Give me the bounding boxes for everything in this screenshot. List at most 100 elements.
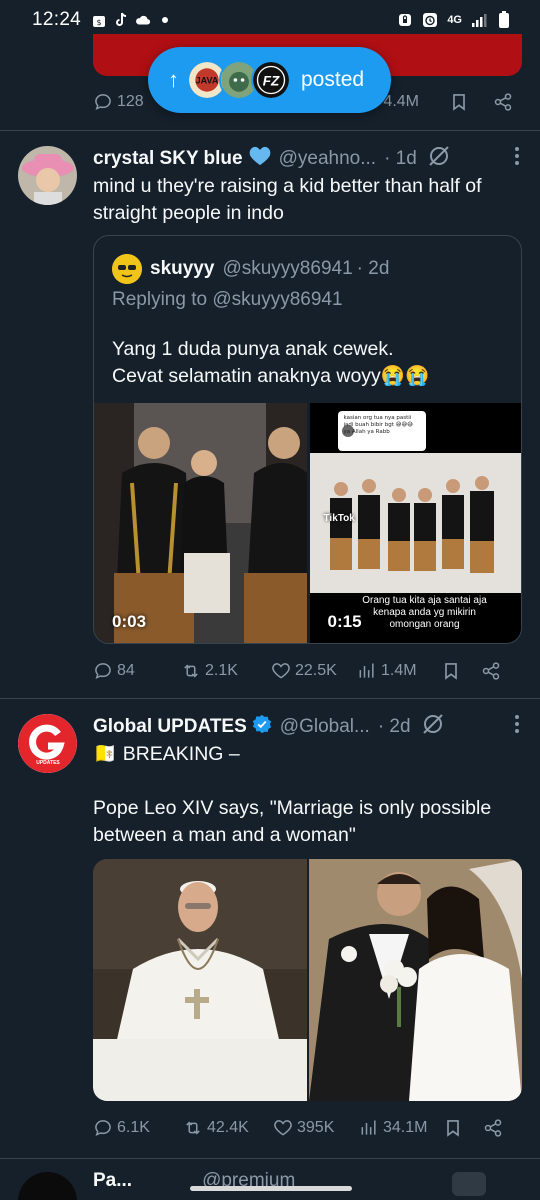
- pill-avatar-fz: FZ: [251, 60, 291, 100]
- reply-button[interactable]: 128: [93, 92, 144, 112]
- tweet-images[interactable]: [93, 859, 522, 1101]
- image-wedding[interactable]: [308, 859, 523, 1101]
- avatar[interactable]: [18, 146, 77, 205]
- image-pope[interactable]: [93, 859, 307, 1101]
- reply-count: 6.1K: [117, 1119, 150, 1136]
- tweet-text-line: 🇻🇦 BREAKING –: [93, 743, 240, 765]
- video-thumbnail-1[interactable]: 0:03: [94, 403, 308, 643]
- tweet-text-line: straight people in indo: [93, 202, 284, 224]
- repost-count: 42.4K: [207, 1119, 249, 1136]
- like-button[interactable]: 395K: [273, 1118, 359, 1138]
- lock-icon: [397, 12, 413, 28]
- battery-icon: [496, 11, 512, 28]
- grok-icon[interactable]: [427, 144, 451, 174]
- quoted-tweet[interactable]: skuyyy @skuyyy86941 · 2d Replying to @sk…: [93, 235, 522, 644]
- like-button[interactable]: 22.5K: [271, 661, 357, 681]
- quote-author-handle: @skuyyy86941: [222, 258, 353, 279]
- svg-text:UPDATES: UPDATES: [36, 760, 60, 766]
- share-button[interactable]: [493, 92, 513, 112]
- repost-icon: [184, 664, 198, 678]
- svg-text:FZ: FZ: [263, 73, 280, 88]
- views-count: 34.1M: [383, 1119, 428, 1136]
- gesture-bar[interactable]: [190, 1186, 352, 1191]
- tweet-time[interactable]: · 1d: [384, 148, 417, 170]
- video-caption-line: Orang tua kita aja santai aja: [362, 595, 487, 606]
- shopping-bag-icon: $: [91, 12, 107, 28]
- author-name[interactable]: Global UPDATES: [93, 716, 247, 738]
- reply-count: 128: [117, 93, 144, 110]
- video-duration: 0:15: [327, 612, 362, 631]
- author-handle[interactable]: @yeahno...: [279, 148, 376, 170]
- video-caption-line: kenapa anda yg mikirin: [373, 607, 476, 618]
- avatar[interactable]: [18, 1172, 77, 1200]
- dot-icon: [157, 12, 173, 28]
- alarm-icon: [422, 12, 438, 28]
- replying-to: Replying to @skuyyy86941: [112, 289, 343, 310]
- share-icon: [482, 662, 500, 680]
- share-icon: [494, 93, 512, 111]
- views-button[interactable]: 1.4M: [357, 661, 441, 681]
- heart-icon: [272, 663, 290, 679]
- share-button[interactable]: [481, 661, 501, 681]
- views-button[interactable]: 34.1M: [359, 1118, 443, 1138]
- tiktok-watermark: TikTok: [323, 513, 355, 524]
- views-icon: [361, 1120, 376, 1135]
- video-duration: 0:03: [112, 612, 147, 631]
- tiktok-icon: [113, 12, 129, 28]
- repost-button[interactable]: 42.4K: [183, 1118, 273, 1138]
- reply-icon: [95, 94, 111, 111]
- more-options-icon[interactable]: [452, 1172, 486, 1196]
- like-count: 395K: [297, 1119, 335, 1136]
- signal-icon: [471, 12, 487, 28]
- bookmark-button[interactable]: [449, 92, 469, 112]
- views-count: 1.4M: [381, 662, 417, 679]
- tweet-crystal-sky-blue[interactable]: crystal SKY blue @yeahno... · 1d mind u …: [0, 130, 540, 698]
- views-icon: [359, 663, 374, 678]
- video-thumbnail-2[interactable]: kasian org tua nya pastii jadi buah bibi…: [309, 403, 521, 643]
- bookmark-icon: [447, 1120, 459, 1137]
- quote-avatar: [112, 254, 142, 284]
- reply-count: 84: [117, 662, 135, 679]
- share-button[interactable]: [483, 1118, 503, 1138]
- heart-emoji-icon: [249, 146, 271, 172]
- author-handle[interactable]: @Global...: [280, 716, 370, 738]
- cloud-icon: [135, 12, 151, 28]
- more-options-icon[interactable]: [514, 714, 520, 740]
- new-posts-pill[interactable]: ↑ JAVA FZ posted: [148, 47, 391, 113]
- pill-label: posted: [301, 68, 365, 91]
- next-tweet-partial[interactable]: Pa... @premium: [0, 1160, 540, 1200]
- tweet-text: 🇻🇦 BREAKING – Pope Leo XIV says, "Marria…: [93, 741, 520, 849]
- video-caption-line: omongan orang: [389, 619, 460, 630]
- video-top-caption: kasian org tua nya pastii jadi buah bibi…: [343, 415, 413, 435]
- quote-text-line: Cevat selamatin anaknya woyy😭😭: [112, 365, 430, 387]
- quote-author-name: skuyyy: [150, 258, 215, 279]
- quote-media: 0:03 kasian org tua nya pastii jadi buah…: [94, 403, 521, 643]
- tweet-actions: 6.1K 42.4K 395K 34.1M: [93, 1113, 513, 1143]
- tweet-text-line: Pope Leo XIV says, "Marriage is only pos…: [93, 797, 492, 819]
- reply-button[interactable]: 84: [93, 661, 181, 681]
- tweet-time[interactable]: · 2d: [378, 716, 411, 738]
- more-options-icon[interactable]: [514, 146, 520, 172]
- svg-text:$: $: [97, 18, 102, 27]
- status-time: 12:24: [32, 9, 82, 30]
- bookmark-icon: [445, 663, 457, 680]
- reply-icon: [95, 663, 111, 680]
- bookmark-button[interactable]: [443, 1118, 483, 1138]
- author-name: Pa...: [93, 1170, 133, 1191]
- grok-icon[interactable]: [421, 712, 445, 742]
- svg-text:JAVA: JAVA: [196, 76, 219, 86]
- quote-text-line: Yang 1 duda punya anak cewek.: [112, 338, 394, 360]
- author-name[interactable]: crystal SKY blue: [93, 148, 243, 170]
- tweet-header: crystal SKY blue @yeahno... · 1d: [93, 144, 520, 174]
- arrow-up-icon: ↑: [168, 67, 179, 92]
- avatar[interactable]: UPDATES: [18, 714, 77, 773]
- repost-button[interactable]: 2.1K: [181, 661, 271, 681]
- views-button[interactable]: 4.4M: [383, 93, 419, 111]
- heart-icon: [274, 1120, 292, 1136]
- bookmark-icon: [453, 94, 465, 111]
- tweet-text-line: mind u they're raising a kid better than…: [93, 175, 482, 197]
- like-count: 22.5K: [295, 662, 337, 679]
- repost-count: 2.1K: [205, 662, 238, 679]
- reply-button[interactable]: 6.1K: [93, 1118, 183, 1138]
- bookmark-button[interactable]: [441, 661, 481, 681]
